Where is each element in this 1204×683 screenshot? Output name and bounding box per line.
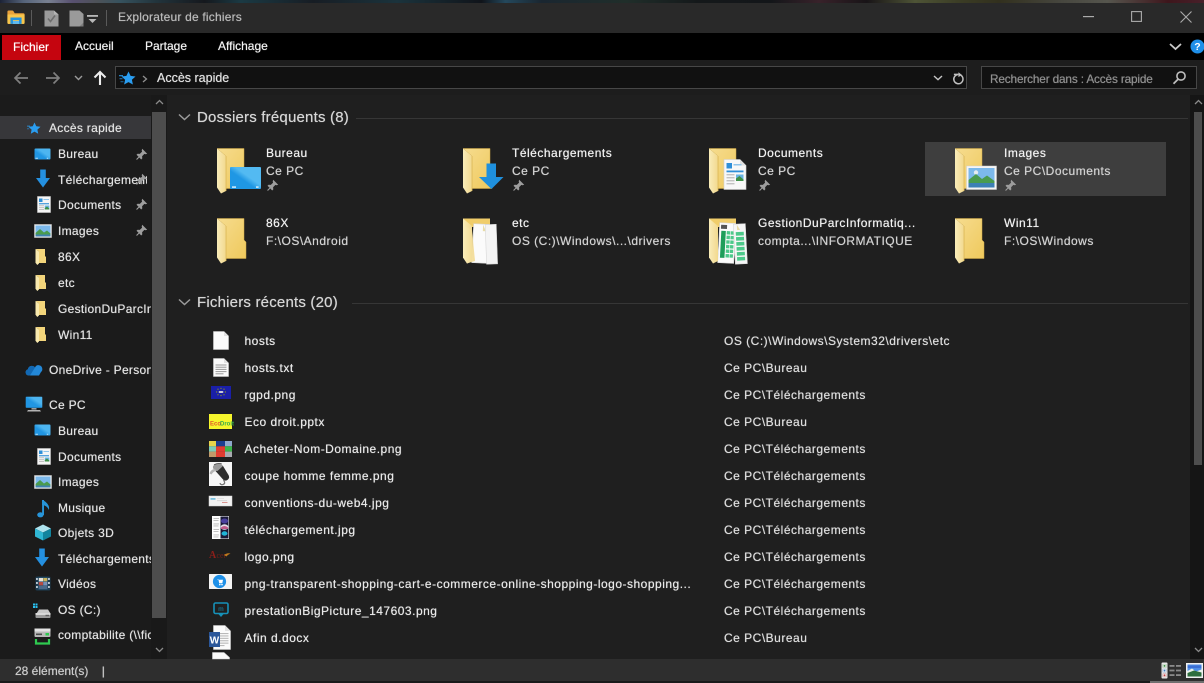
svg-text:W: W [210,636,220,647]
svg-text:m: m [218,606,223,613]
svg-text:Droit: Droit [220,422,234,428]
svg-text:?: ? [1194,41,1200,53]
